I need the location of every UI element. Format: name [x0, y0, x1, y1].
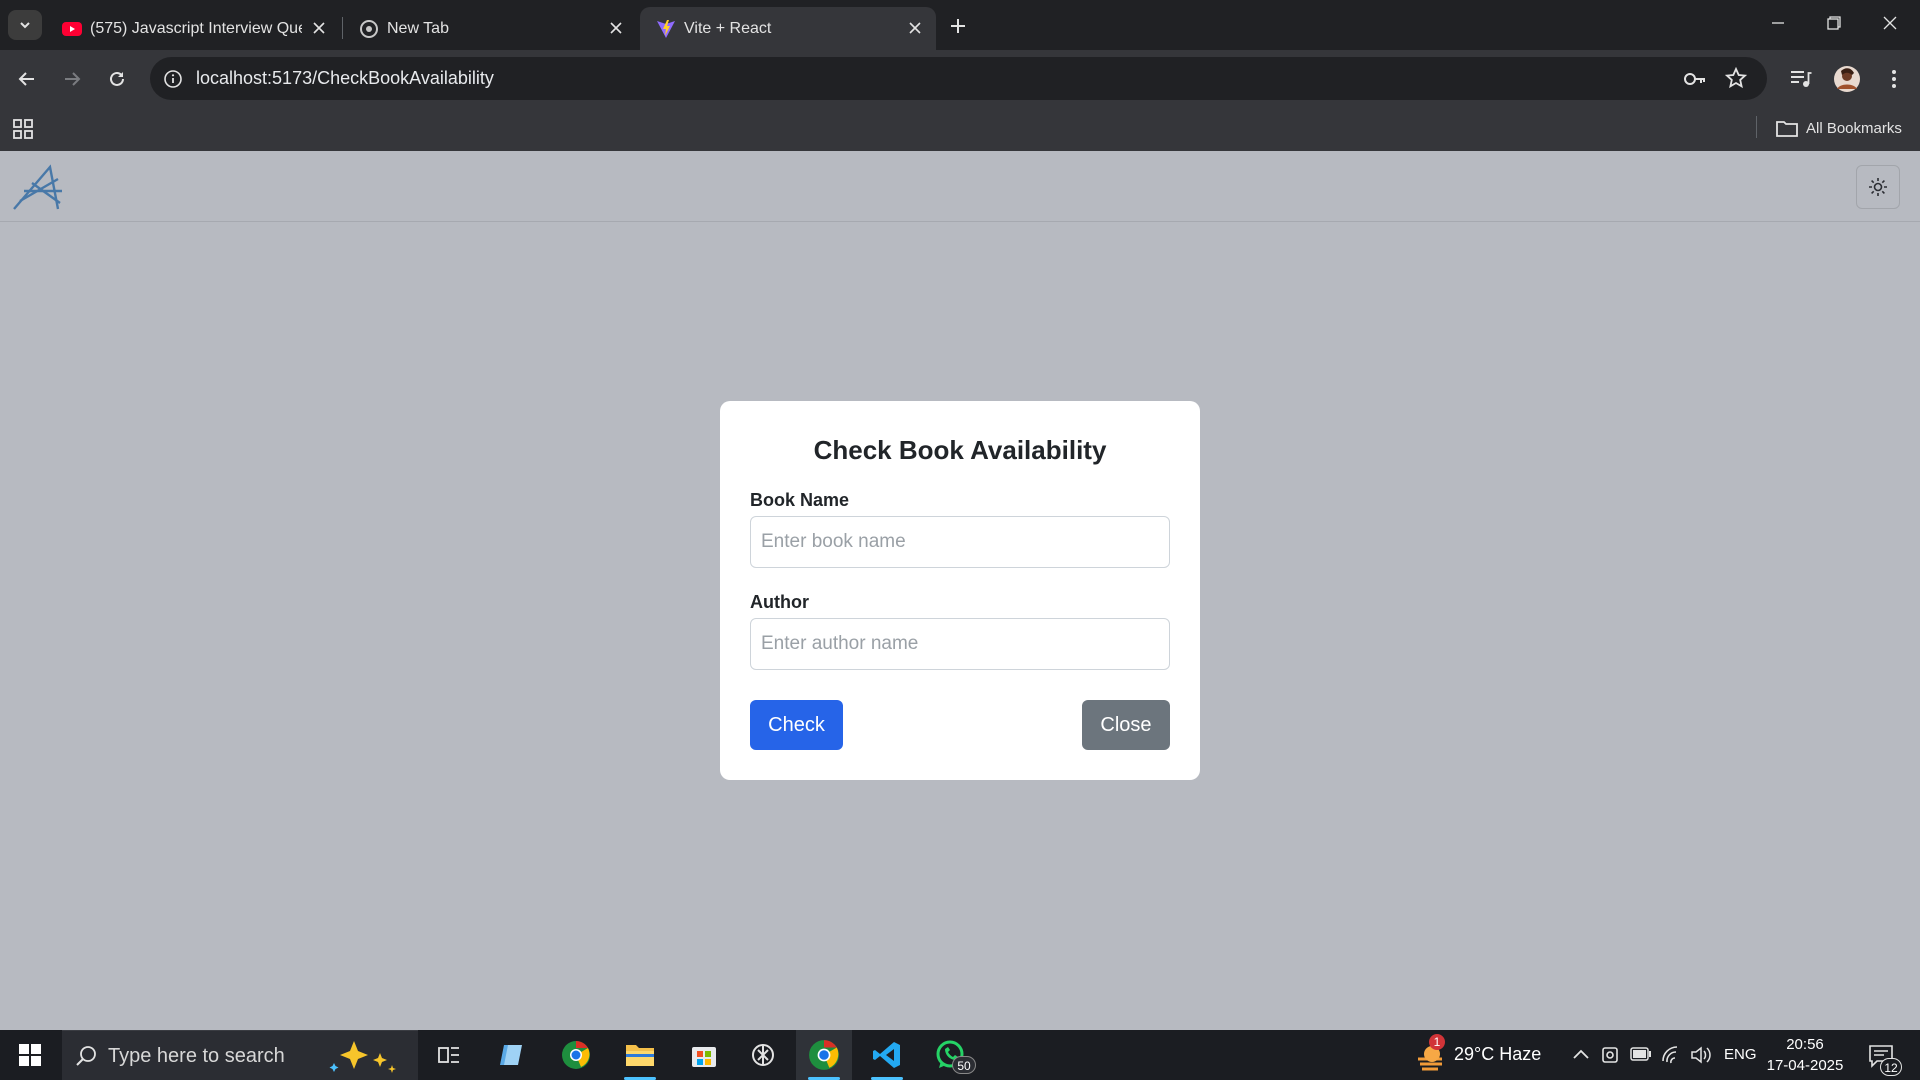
check-book-modal: Check Book Availability Book Name Author… — [720, 401, 1200, 780]
check-button[interactable]: Check — [750, 700, 843, 750]
avatar-icon — [1833, 65, 1861, 93]
info-icon[interactable] — [162, 68, 184, 90]
all-bookmarks-label: All Bookmarks — [1806, 119, 1902, 137]
forward-button[interactable] — [59, 66, 85, 92]
profile-avatar[interactable] — [1833, 65, 1861, 93]
taskbar-app-file-explorer[interactable] — [612, 1030, 668, 1080]
close-icon — [1883, 16, 1897, 30]
reload-button[interactable] — [104, 66, 130, 92]
clock-time: 20:56 — [1786, 1036, 1824, 1053]
copilot-sparkle-icon — [326, 1039, 406, 1073]
folder-icon — [625, 1042, 655, 1068]
minimize-button[interactable] — [1750, 0, 1806, 46]
notes-app-icon — [498, 1041, 526, 1069]
taskbar-app-notes[interactable] — [484, 1030, 540, 1080]
chrome-icon — [359, 19, 379, 39]
taskbar-search-placeholder: Type here to search — [108, 1045, 285, 1067]
plus-icon — [950, 18, 966, 34]
bookmarks-divider — [1756, 116, 1757, 138]
browser-toolbar: localhost:5173/CheckBookAvailability — [0, 50, 1920, 108]
close-icon[interactable] — [310, 19, 328, 37]
arrow-left-icon — [17, 69, 37, 89]
minimize-icon — [1771, 16, 1785, 30]
tab-title: Vite + React — [684, 20, 772, 37]
page-viewport: Check Book Availability Book Name Author… — [0, 151, 1920, 1030]
tab-title: (575) Javascript Interview Questions — [90, 20, 302, 37]
vscode-icon — [872, 1040, 902, 1070]
close-icon[interactable] — [906, 19, 924, 37]
apps-grid-icon[interactable] — [12, 118, 34, 140]
tab-strip: (575) Javascript Interview Questions New… — [0, 0, 1920, 50]
folder-icon — [1776, 119, 1798, 137]
playlist-icon — [1790, 69, 1812, 89]
task-view-icon — [437, 1044, 461, 1066]
address-bar[interactable]: localhost:5173/CheckBookAvailability — [150, 57, 1767, 100]
book-name-input[interactable] — [750, 516, 1170, 568]
taskbar-app-whatsapp[interactable]: 50 — [922, 1030, 978, 1080]
chevron-down-icon — [18, 18, 32, 32]
youtube-icon — [62, 19, 82, 39]
taskbar-app-chrome-profile[interactable] — [548, 1030, 604, 1080]
more-vertical-icon — [1891, 69, 1897, 89]
all-bookmarks-button[interactable]: All Bookmarks — [1776, 114, 1902, 142]
modal-title: Check Book Availability — [813, 435, 1107, 465]
taskbar-app-vscode[interactable] — [859, 1030, 915, 1080]
arrow-right-icon — [62, 69, 82, 89]
password-key-icon[interactable] — [1683, 68, 1707, 90]
bookmarks-bar: All Bookmarks — [0, 108, 1920, 151]
language-indicator[interactable]: ENG — [1724, 1046, 1757, 1063]
app-logo[interactable] — [10, 161, 66, 213]
back-button[interactable] — [14, 66, 40, 92]
chevron-up-icon[interactable] — [1572, 1046, 1590, 1064]
tab-title: New Tab — [387, 20, 449, 37]
browser-menu-button[interactable] — [1880, 65, 1908, 93]
tab-vite-react[interactable]: Vite + React — [640, 7, 936, 50]
meet-now-icon[interactable] — [1601, 1045, 1619, 1065]
url-text[interactable]: localhost:5173/CheckBookAvailability — [196, 68, 494, 89]
tab-search-button[interactable] — [8, 10, 42, 40]
theme-toggle-button[interactable] — [1856, 165, 1900, 209]
chatgpt-icon — [749, 1041, 777, 1069]
book-name-label: Book Name — [750, 490, 850, 510]
search-icon — [76, 1045, 98, 1067]
restore-icon — [1827, 16, 1841, 30]
task-view-button[interactable] — [421, 1030, 477, 1080]
weather-text[interactable]: 29°C Haze — [1454, 1044, 1541, 1065]
tab-new-tab[interactable]: New Tab — [343, 7, 637, 50]
taskbar-app-store[interactable] — [676, 1030, 732, 1080]
store-icon — [690, 1041, 718, 1069]
chrome-icon — [561, 1040, 591, 1070]
battery-icon[interactable] — [1630, 1047, 1652, 1061]
new-tab-button[interactable] — [946, 14, 970, 38]
sun-icon — [1868, 177, 1888, 197]
app-navbar — [0, 151, 1920, 222]
author-label: Author — [750, 592, 809, 612]
close-window-button[interactable] — [1862, 0, 1918, 46]
start-button[interactable] — [0, 1030, 60, 1080]
taskbar-app-chrome[interactable] — [796, 1030, 852, 1080]
bookmark-star-icon[interactable] — [1725, 67, 1747, 89]
tab-youtube[interactable]: (575) Javascript Interview Questions — [46, 7, 340, 50]
author-input[interactable] — [750, 618, 1170, 670]
close-button[interactable]: Close — [1082, 700, 1170, 750]
close-icon[interactable] — [607, 19, 625, 37]
taskbar-search[interactable]: Type here to search — [62, 1030, 418, 1080]
clock-date: 17-04-2025 — [1766, 1057, 1844, 1074]
vite-icon — [656, 19, 676, 39]
chrome-icon — [808, 1039, 840, 1071]
whatsapp-unread-badge: 50 — [952, 1056, 976, 1074]
taskbar-app-chatgpt[interactable] — [735, 1030, 791, 1080]
reload-icon — [107, 69, 127, 89]
windows-logo-icon — [19, 1044, 41, 1066]
windows-taskbar: Type here to search 50 1 29°C Haze ENG 2… — [0, 1030, 1920, 1080]
notification-count-badge: 12 — [1880, 1058, 1902, 1076]
clock[interactable]: 20:56 17-04-2025 — [1757, 1034, 1853, 1076]
restore-button[interactable] — [1806, 0, 1862, 46]
speaker-icon[interactable] — [1690, 1045, 1712, 1065]
media-control-button[interactable] — [1787, 65, 1815, 93]
weather-alert-badge: 1 — [1429, 1034, 1445, 1050]
wifi-icon[interactable] — [1661, 1045, 1683, 1065]
